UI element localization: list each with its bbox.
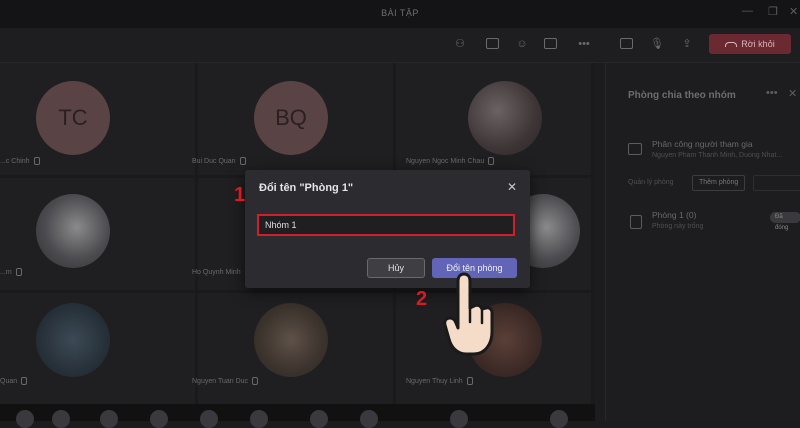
room-name[interactable]: Phòng 1 (0) xyxy=(652,210,696,220)
close-icon[interactable]: ✕ xyxy=(507,180,517,194)
room-icon xyxy=(630,215,642,229)
participant-tile[interactable]: Nguyen Tuan Duc xyxy=(192,293,393,405)
avatar[interactable] xyxy=(310,410,328,428)
participant-name: Bui Duc Quan xyxy=(192,157,246,165)
assign-participants-title[interactable]: Phân công người tham gia xyxy=(652,139,753,149)
meeting-toolbar: ⚇ ☺ ••• 🎙 ⇪ xyxy=(0,28,800,63)
rooms-option-button[interactable] xyxy=(753,175,800,191)
assign-participants-sub: Nguyen Pham Thanh Minh, Duong Nhat... xyxy=(652,152,783,159)
leave-label: Rời khỏi xyxy=(741,39,775,49)
participant-tile[interactable]: Quan xyxy=(0,293,195,405)
step-1-annotation: 1 xyxy=(234,184,246,206)
panel-title: Phòng chia theo nhóm xyxy=(628,90,736,101)
participant-tile[interactable]: TC ...c Chinh xyxy=(0,63,195,175)
room-name-input[interactable] xyxy=(257,214,515,236)
avatar[interactable] xyxy=(16,410,34,428)
avatar: TC xyxy=(36,81,110,155)
share-icon[interactable]: ⇪ xyxy=(680,38,694,50)
mic-icon xyxy=(33,157,40,165)
breakout-rooms-panel: Phòng chia theo nhóm ••• ✕ Phân công ngư… xyxy=(605,63,800,421)
minimize-icon[interactable]: — xyxy=(742,5,753,17)
participant-tile[interactable]: Nguyen Ngoc Minh Chau xyxy=(396,63,591,175)
room-state-badge: Đã đóng xyxy=(770,212,800,231)
more-options-icon[interactable]: ••• xyxy=(766,87,778,99)
assign-icon xyxy=(628,143,642,155)
participant-name: Ho Quynh Minh xyxy=(192,268,251,276)
add-room-button[interactable]: Thêm phòng xyxy=(692,175,746,191)
participant-tile[interactable]: ...m xyxy=(0,178,195,290)
mic-icon xyxy=(252,377,259,385)
gallery-strip xyxy=(0,404,595,421)
avatar[interactable] xyxy=(150,410,168,428)
participant-name: Nguyen Thuy Linh xyxy=(406,377,473,385)
more-actions-icon[interactable]: ••• xyxy=(575,38,593,50)
participant-name: Quan xyxy=(0,377,28,385)
avatar[interactable] xyxy=(450,410,468,428)
phone-icon xyxy=(725,42,738,48)
title-bar: BÀI TẬP — ❐ ✕ xyxy=(0,0,800,28)
close-window-icon[interactable]: ✕ xyxy=(789,5,798,18)
reactions-icon[interactable]: ☺ xyxy=(515,38,529,50)
dialog-title: Đổi tên "Phòng 1" xyxy=(259,182,354,194)
avatar xyxy=(36,194,110,268)
participant-tile[interactable]: BQ Bui Duc Quan xyxy=(192,63,393,175)
avatar[interactable] xyxy=(550,410,568,428)
maximize-icon[interactable]: ❐ xyxy=(768,5,778,18)
participant-name: ...m xyxy=(0,268,22,276)
avatar xyxy=(468,81,542,155)
mic-icon xyxy=(466,377,473,385)
mic-icon xyxy=(15,268,22,276)
avatar: BQ xyxy=(254,81,328,155)
avatar[interactable] xyxy=(360,410,378,428)
mic-icon xyxy=(21,377,28,385)
mic-icon[interactable]: 🎙 xyxy=(650,38,664,50)
room-status: Phòng này trống xyxy=(652,223,704,230)
manage-rooms-label: Quản lý phòng xyxy=(628,179,674,186)
close-icon[interactable]: ✕ xyxy=(788,87,797,100)
breakout-rooms-icon[interactable] xyxy=(544,38,557,49)
chat-icon[interactable] xyxy=(486,38,499,49)
pointing-hand-icon xyxy=(443,272,494,356)
leave-button[interactable]: Rời khỏi xyxy=(709,34,791,54)
avatar[interactable] xyxy=(52,410,70,428)
participant-name: Nguyen Tuan Duc xyxy=(192,377,259,385)
participant-name: Nguyen Ngoc Minh Chau xyxy=(406,157,495,165)
avatar xyxy=(254,303,328,377)
participants-icon[interactable]: ⚇ xyxy=(453,38,467,50)
step-2-annotation: 2 xyxy=(416,288,428,310)
avatar[interactable] xyxy=(200,410,218,428)
cancel-button[interactable]: Hủy xyxy=(367,258,425,278)
avatar[interactable] xyxy=(250,410,268,428)
mic-icon xyxy=(488,157,495,165)
participant-name: ...c Chinh xyxy=(0,157,40,165)
avatar xyxy=(36,303,110,377)
window-title: BÀI TẬP xyxy=(381,8,419,18)
camera-icon[interactable] xyxy=(620,38,633,49)
avatar[interactable] xyxy=(100,410,118,428)
mic-icon xyxy=(239,157,246,165)
